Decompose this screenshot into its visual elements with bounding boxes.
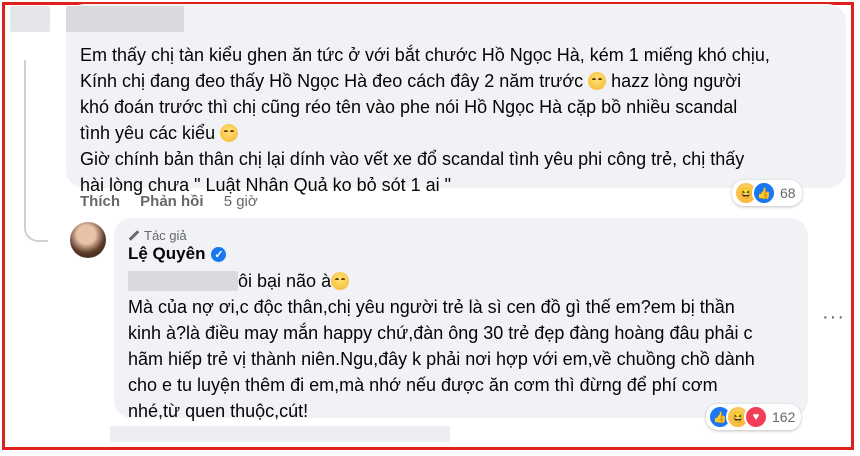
reply-line: nhé,từ quen thuộc,cút! [128,401,309,421]
reply-reactions[interactable]: 👍 😆 ♥ 162 [706,404,802,430]
pencil-icon [128,230,140,241]
smile-emoji-icon [220,124,239,142]
reply-line: cho e tu luyện thêm đi em,mà nhớ nếu đượ… [128,375,718,395]
reply-line: Mà của nợ ơi,c độc thân,chị yêu người tr… [128,297,735,317]
comment-actions: Thích Phản hồi 5 giờ [80,193,274,210]
author-name[interactable]: Lệ Quyên ✓ [128,244,227,264]
blurred-avatar [10,6,50,32]
smile-emoji-icon [588,72,607,90]
reply-body: ôi bại não à Mà của nợ ơi,c độc thân,chị… [128,268,798,424]
blurred-commenter-name[interactable] [66,6,184,32]
comment-line: Em thấy chị tàn kiểu ghen ăn tức ở với b… [80,45,770,65]
comment-line: khó đoán trước thì chị cũng réo tên vào … [80,97,738,117]
blurred-content [110,426,450,442]
reply-button[interactable]: Phản hồi [140,193,203,210]
reply-line: ôi bại não à [128,268,798,294]
reply-line: hãm hiếp trẻ vị thành niên.Ngu,đây k phả… [128,349,755,369]
avatar[interactable] [70,222,106,258]
comment-line: Kính chị đang đeo thấy Hồ Ngọc Hà đeo cá… [80,71,742,91]
thread-connector [24,60,48,242]
reaction-count: 162 [772,409,796,425]
author-badge: Tác giả [128,228,187,243]
verified-icon: ✓ [211,246,227,262]
comment-reactions[interactable]: 😆 👍 68 [732,180,802,206]
blurred-mention[interactable] [128,271,238,291]
like-icon: 👍 [752,181,776,205]
more-options-icon[interactable]: ··· [822,306,845,329]
comment-line: Giờ chính bản thân chị lại dính vào vết … [80,149,745,169]
like-button[interactable]: Thích [80,193,120,210]
reply-line: kinh à?là điều may mắn happy chứ,đàn ông… [128,323,753,343]
comment-line: tình yêu các kiểu [80,120,840,146]
comment-body: Em thấy chị tàn kiểu ghen ăn tức ở với b… [80,42,840,198]
grin-emoji-icon [331,272,350,290]
reaction-count: 68 [780,185,796,201]
love-icon: ♥ [744,405,768,429]
timestamp[interactable]: 5 giờ [224,193,258,210]
